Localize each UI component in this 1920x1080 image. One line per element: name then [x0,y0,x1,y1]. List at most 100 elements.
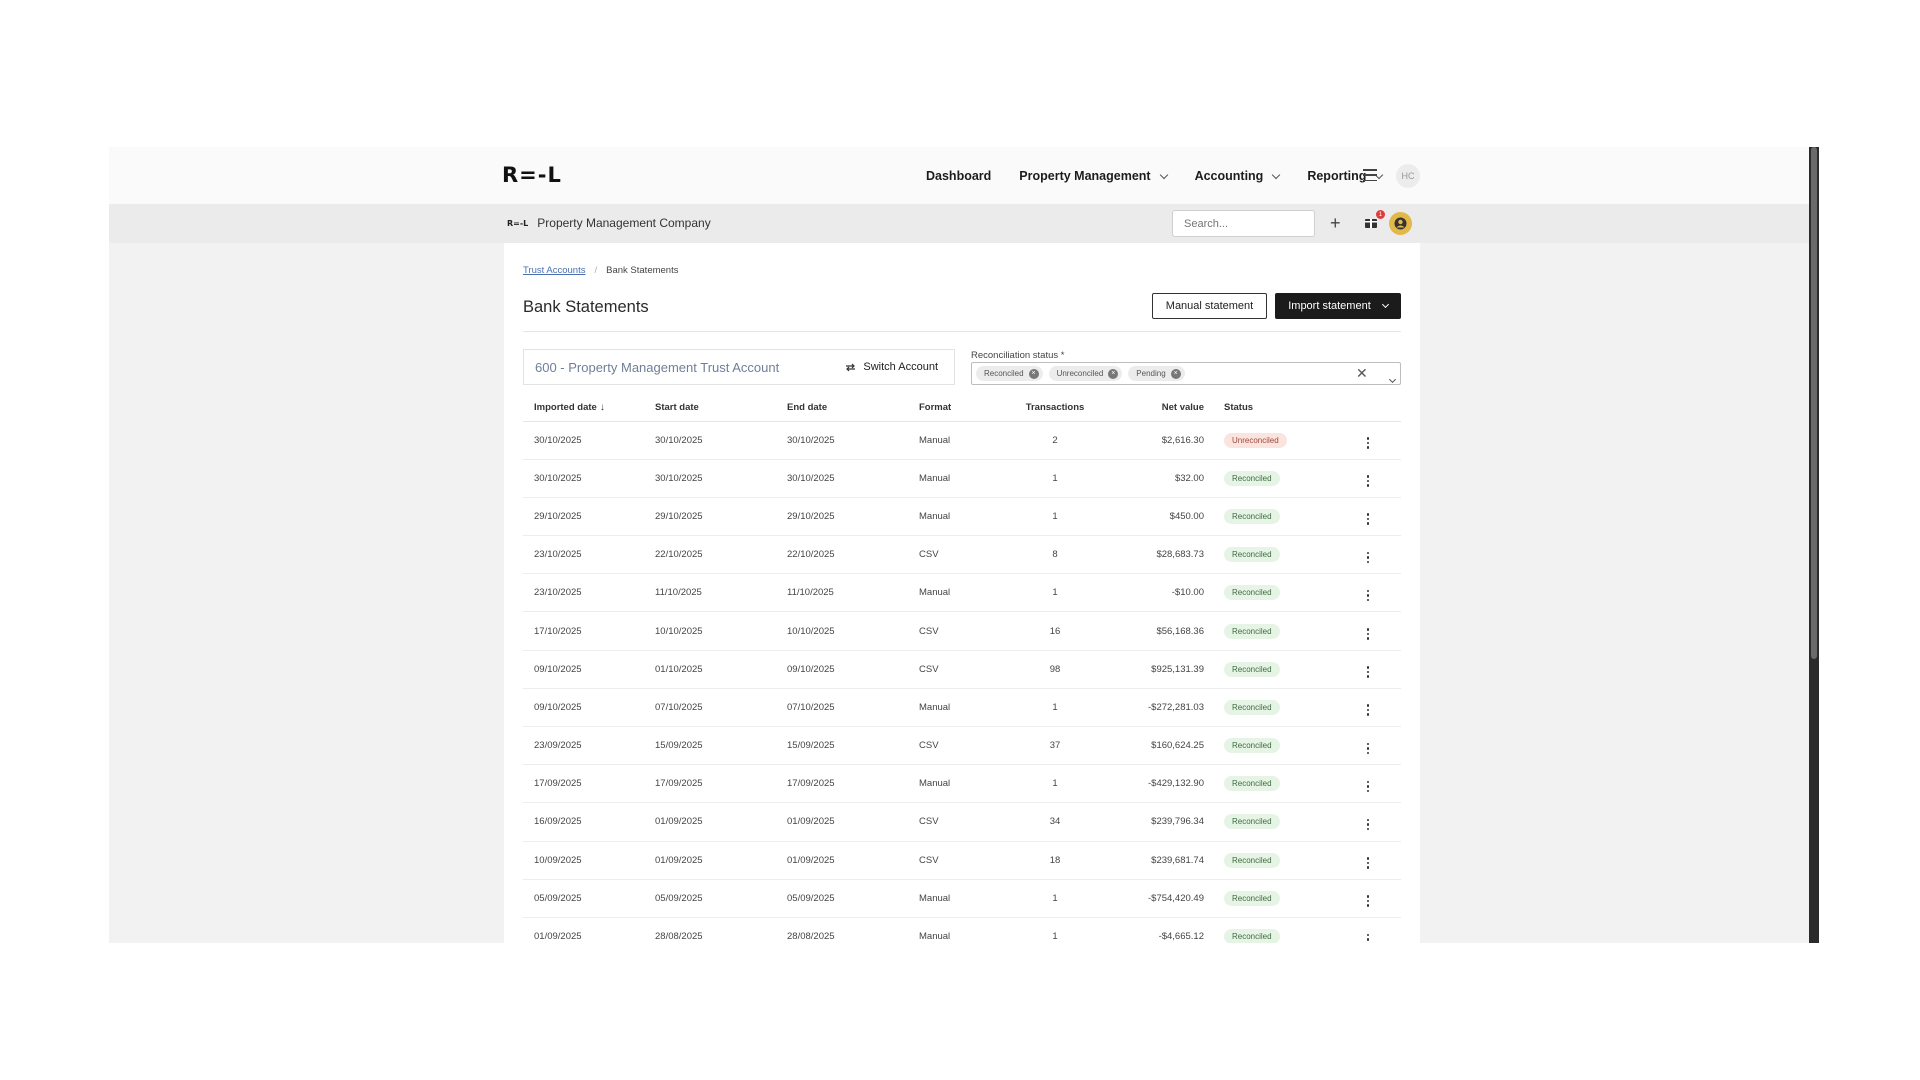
kebab-icon[interactable] [1366,742,1370,755]
table-row[interactable]: 05/09/2025 05/09/2025 05/09/2025 Manual 1 -$7… [523,879,1401,918]
avatar[interactable]: HC [1396,164,1420,188]
format-cell: Manual [919,421,1005,460]
table-row[interactable]: 23/10/2025 22/10/2025 22/10/2025 CSV 8 $28,68… [523,535,1401,575]
actions-cell [1335,497,1401,537]
user-icon[interactable] [1389,212,1412,235]
table-row[interactable]: 09/10/2025 01/10/2025 09/10/2025 CSV 98 $925,… [523,650,1401,689]
net-value-cell: $925,131.39 [1105,650,1214,689]
start-date-cell: 17/09/2025 [655,764,787,804]
manual-statement-button[interactable]: Manual statement [1152,293,1267,319]
clear-filter-icon[interactable]: ✕ [1356,366,1368,381]
plus-icon[interactable]: + [1330,213,1341,233]
column-header-format[interactable]: Format [919,395,1005,422]
company-switcher[interactable]: R=-L Property Management Company [507,216,711,230]
reconciliation-status-select[interactable]: Reconciled × Unreconciled × Pending × ✕ [971,362,1401,385]
kebab-icon[interactable] [1366,895,1370,907]
kebab-icon[interactable] [1366,818,1370,831]
column-header-start-date[interactable]: Start date [655,395,787,422]
column-header-imported-date[interactable]: Imported date ↓ [523,395,655,422]
status-cell: Reconciled [1214,611,1335,651]
nav-dashboard[interactable]: Dashboard [926,169,991,183]
status-badge: Reconciled [1224,547,1280,563]
table-row[interactable]: 23/09/2025 15/09/2025 15/09/2025 CSV 37 $160,… [523,726,1401,766]
status-cell: Reconciled [1214,573,1335,613]
chevron-down-icon [1272,170,1281,179]
table-row[interactable]: 01/09/2025 28/08/2025 28/08/2025 Manual 1 -$4… [523,917,1401,943]
nav-dashboard-label: Dashboard [926,169,992,183]
status-badge: Reconciled [1224,814,1280,830]
scrollbar-thumb[interactable] [1811,147,1817,659]
logo[interactable]: R=-L [502,163,562,187]
kebab-icon[interactable] [1366,589,1370,602]
nav-property-management-label: Property Management [1019,169,1151,183]
imported-date-cell: 23/10/2025 [523,535,655,575]
nav-accounting[interactable]: Accounting [1195,169,1281,183]
column-header-end-date[interactable]: End date [787,395,919,422]
end-date-cell: 11/10/2025 [787,573,919,613]
status-cell: Reconciled [1214,535,1335,575]
kebab-icon[interactable] [1366,475,1370,487]
scrollbar[interactable] [1809,147,1819,943]
kebab-icon[interactable] [1366,704,1370,716]
switch-account-button[interactable]: Switch Account [845,361,938,373]
net-value-cell: $28,683.73 [1105,535,1214,575]
end-date-cell: 07/10/2025 [787,688,919,728]
end-date-cell: 30/10/2025 [787,421,919,460]
actions-cell [1335,764,1401,804]
kebab-icon[interactable] [1366,628,1370,640]
app-window: R=-L Dashboard Property Management Accou… [109,147,1819,943]
table-row[interactable]: 09/10/2025 07/10/2025 07/10/2025 Manual 1 -$2… [523,688,1401,728]
column-header-net-value[interactable]: Net value [1105,395,1214,422]
table-row[interactable]: 30/10/2025 30/10/2025 30/10/2025 Manual 2 $2,… [523,421,1401,460]
header-label: Imported date [534,402,597,414]
kebab-icon[interactable] [1366,857,1370,869]
kebab-icon[interactable] [1366,666,1370,678]
kebab-icon[interactable] [1366,780,1370,793]
status-badge: Reconciled [1224,852,1280,868]
start-date-cell: 15/09/2025 [655,726,787,766]
transactions-cell: 37 [1005,726,1105,766]
table-row[interactable]: 10/09/2025 01/09/2025 01/09/2025 CSV 18 $239,… [523,841,1401,880]
actions-cell [1335,917,1401,943]
table-row[interactable]: 17/10/2025 10/10/2025 10/10/2025 CSV 16 $56,1… [523,611,1401,651]
table-row[interactable]: 23/10/2025 11/10/2025 11/10/2025 Manual 1 -$1… [523,573,1401,613]
breadcrumb-trust-accounts[interactable]: Trust Accounts [523,265,585,276]
table-row[interactable]: 17/09/2025 17/09/2025 17/09/2025 Manual 1 -$4… [523,764,1401,804]
kebab-icon[interactable] [1366,513,1370,525]
kebab-icon[interactable] [1366,551,1370,564]
kebab-icon[interactable] [1366,437,1370,449]
close-icon[interactable]: × [1028,368,1039,379]
start-date-cell: 29/10/2025 [655,497,787,537]
account-selector: 600 - Property Management Trust Account … [523,349,955,385]
kebab-icon[interactable] [1366,933,1370,943]
dropdown-toggle[interactable] [1386,369,1397,387]
end-date-cell: 17/09/2025 [787,764,919,804]
format-cell: CSV [919,841,1005,880]
column-header-status[interactable]: Status [1214,395,1335,422]
net-value-cell: $239,681.74 [1105,841,1214,880]
nav-property-management[interactable]: Property Management [1019,169,1168,183]
column-header-transactions[interactable]: Transactions [1005,395,1105,422]
search-input[interactable] [1172,210,1315,237]
start-date-cell: 10/10/2025 [655,611,787,651]
table-row[interactable]: 29/10/2025 29/10/2025 29/10/2025 Manual 1 $45… [523,497,1401,537]
status-cell: Unreconciled [1214,421,1335,460]
start-date-cell: 07/10/2025 [655,688,787,728]
actions-cell [1335,879,1401,918]
divider [523,331,1401,332]
close-icon[interactable]: × [1170,368,1181,379]
status-badge: Reconciled [1224,470,1280,486]
table-row[interactable]: 16/09/2025 01/09/2025 01/09/2025 CSV 34 $239,… [523,802,1401,842]
actions-cell [1335,802,1401,842]
transactions-cell: 1 [1005,879,1105,918]
start-date-cell: 05/09/2025 [655,879,787,918]
close-icon[interactable]: × [1108,368,1119,379]
import-statement-button[interactable]: Import statement [1275,293,1401,319]
hamburger-icon[interactable] [1363,169,1377,181]
format-cell: Manual [919,764,1005,804]
table-row[interactable]: 30/10/2025 30/10/2025 30/10/2025 Manual 1 $32… [523,459,1401,498]
reconciliation-status-label: Reconciliation status * [971,350,1065,361]
status-badge: Reconciled [1224,776,1280,792]
start-date-cell: 11/10/2025 [655,573,787,613]
transactions-cell: 18 [1005,841,1105,880]
